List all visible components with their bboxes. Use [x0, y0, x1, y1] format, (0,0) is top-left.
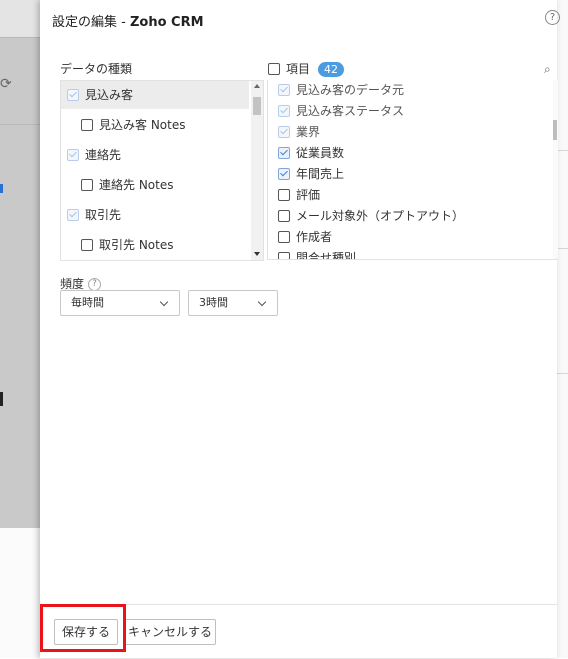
fields-list: 見込み客のデータ元 見込み客ステータス 業界 従業員数 年間売上 評価 メール対…: [267, 80, 558, 260]
edit-settings-dialog: 設定の編集 - Zoho CRM ? データの種類 見込み客 見込み客 Note…: [40, 0, 560, 658]
fields-scrollbar[interactable]: [553, 80, 558, 259]
field-item-lead-source[interactable]: 見込み客のデータ元: [278, 80, 538, 101]
cancel-button[interactable]: キャンセルする: [124, 619, 216, 645]
data-type-item-contacts[interactable]: 連絡先: [61, 141, 249, 169]
field-count-badge: 42: [318, 62, 345, 77]
checkbox-icon[interactable]: [278, 209, 290, 222]
field-item-employees[interactable]: 従業員数: [278, 143, 538, 164]
checkbox-icon[interactable]: [278, 167, 290, 180]
checkbox-icon[interactable]: [278, 125, 290, 138]
chevron-down-icon: [159, 297, 169, 307]
save-button-highlight: [40, 604, 126, 652]
checkbox-icon[interactable]: [67, 208, 79, 221]
checkbox-icon[interactable]: [278, 83, 290, 96]
data-type-item-accounts-notes[interactable]: 取引先 Notes: [61, 231, 249, 259]
dialog-title: 設定の編集 - Zoho CRM: [52, 15, 204, 30]
interval-select[interactable]: 3時間: [188, 290, 278, 316]
chevron-down-icon: [257, 297, 267, 307]
checkbox-icon[interactable]: [278, 230, 290, 243]
background-app-right: [557, 0, 568, 658]
field-item-industry[interactable]: 業界: [278, 122, 538, 143]
data-types-scrollbar[interactable]: [251, 81, 263, 260]
field-item-created-by[interactable]: 作成者: [278, 227, 538, 248]
field-item-lead-status[interactable]: 見込み客ステータス: [278, 101, 538, 122]
checkbox-icon[interactable]: [278, 251, 290, 259]
checkbox-icon[interactable]: [278, 104, 290, 117]
checkbox-icon[interactable]: [81, 238, 93, 251]
data-type-item-contacts-notes[interactable]: 連絡先 Notes: [61, 171, 249, 199]
data-type-item-leads-notes[interactable]: 見込み客 Notes: [61, 111, 249, 139]
frequency-select[interactable]: 毎時間: [60, 290, 180, 316]
data-type-item-accounts[interactable]: 取引先: [61, 201, 249, 229]
data-types-list: 見込み客 見込み客 Notes 連絡先 連絡先 Notes 取引先 取引先 No…: [60, 80, 264, 261]
select-all-checkbox[interactable]: [268, 62, 280, 75]
data-type-item-leads[interactable]: 見込み客: [61, 81, 249, 109]
field-item-email-opt-out[interactable]: メール対象外（オプトアウト）: [278, 206, 538, 227]
checkbox-icon[interactable]: [278, 146, 290, 159]
scrollbar-thumb[interactable]: [253, 97, 261, 115]
refresh-icon[interactable]: ⟳: [0, 76, 12, 92]
checkbox-icon[interactable]: [67, 148, 79, 161]
background-app-left: ⟳: [0, 0, 40, 658]
data-types-label: データの種類: [60, 62, 133, 76]
checkbox-icon[interactable]: [81, 118, 93, 131]
scroll-up-arrow-icon[interactable]: [254, 84, 260, 88]
background-text-marker: [0, 392, 3, 406]
search-icon[interactable]: ⌕: [544, 62, 551, 77]
scrollbar-thumb[interactable]: [553, 120, 557, 140]
field-item-annual-revenue[interactable]: 年間売上: [278, 164, 538, 185]
checkbox-icon[interactable]: [67, 88, 79, 101]
checkbox-icon[interactable]: [81, 178, 93, 191]
fields-header: 項目 42: [268, 60, 345, 77]
field-item-inquiry-type[interactable]: 問合せ種別: [278, 248, 538, 259]
background-link-marker: [0, 184, 3, 193]
help-icon[interactable]: ?: [545, 10, 560, 25]
scroll-down-arrow-icon[interactable]: [254, 252, 260, 256]
checkbox-icon[interactable]: [278, 188, 290, 201]
field-item-rating[interactable]: 評価: [278, 185, 538, 206]
